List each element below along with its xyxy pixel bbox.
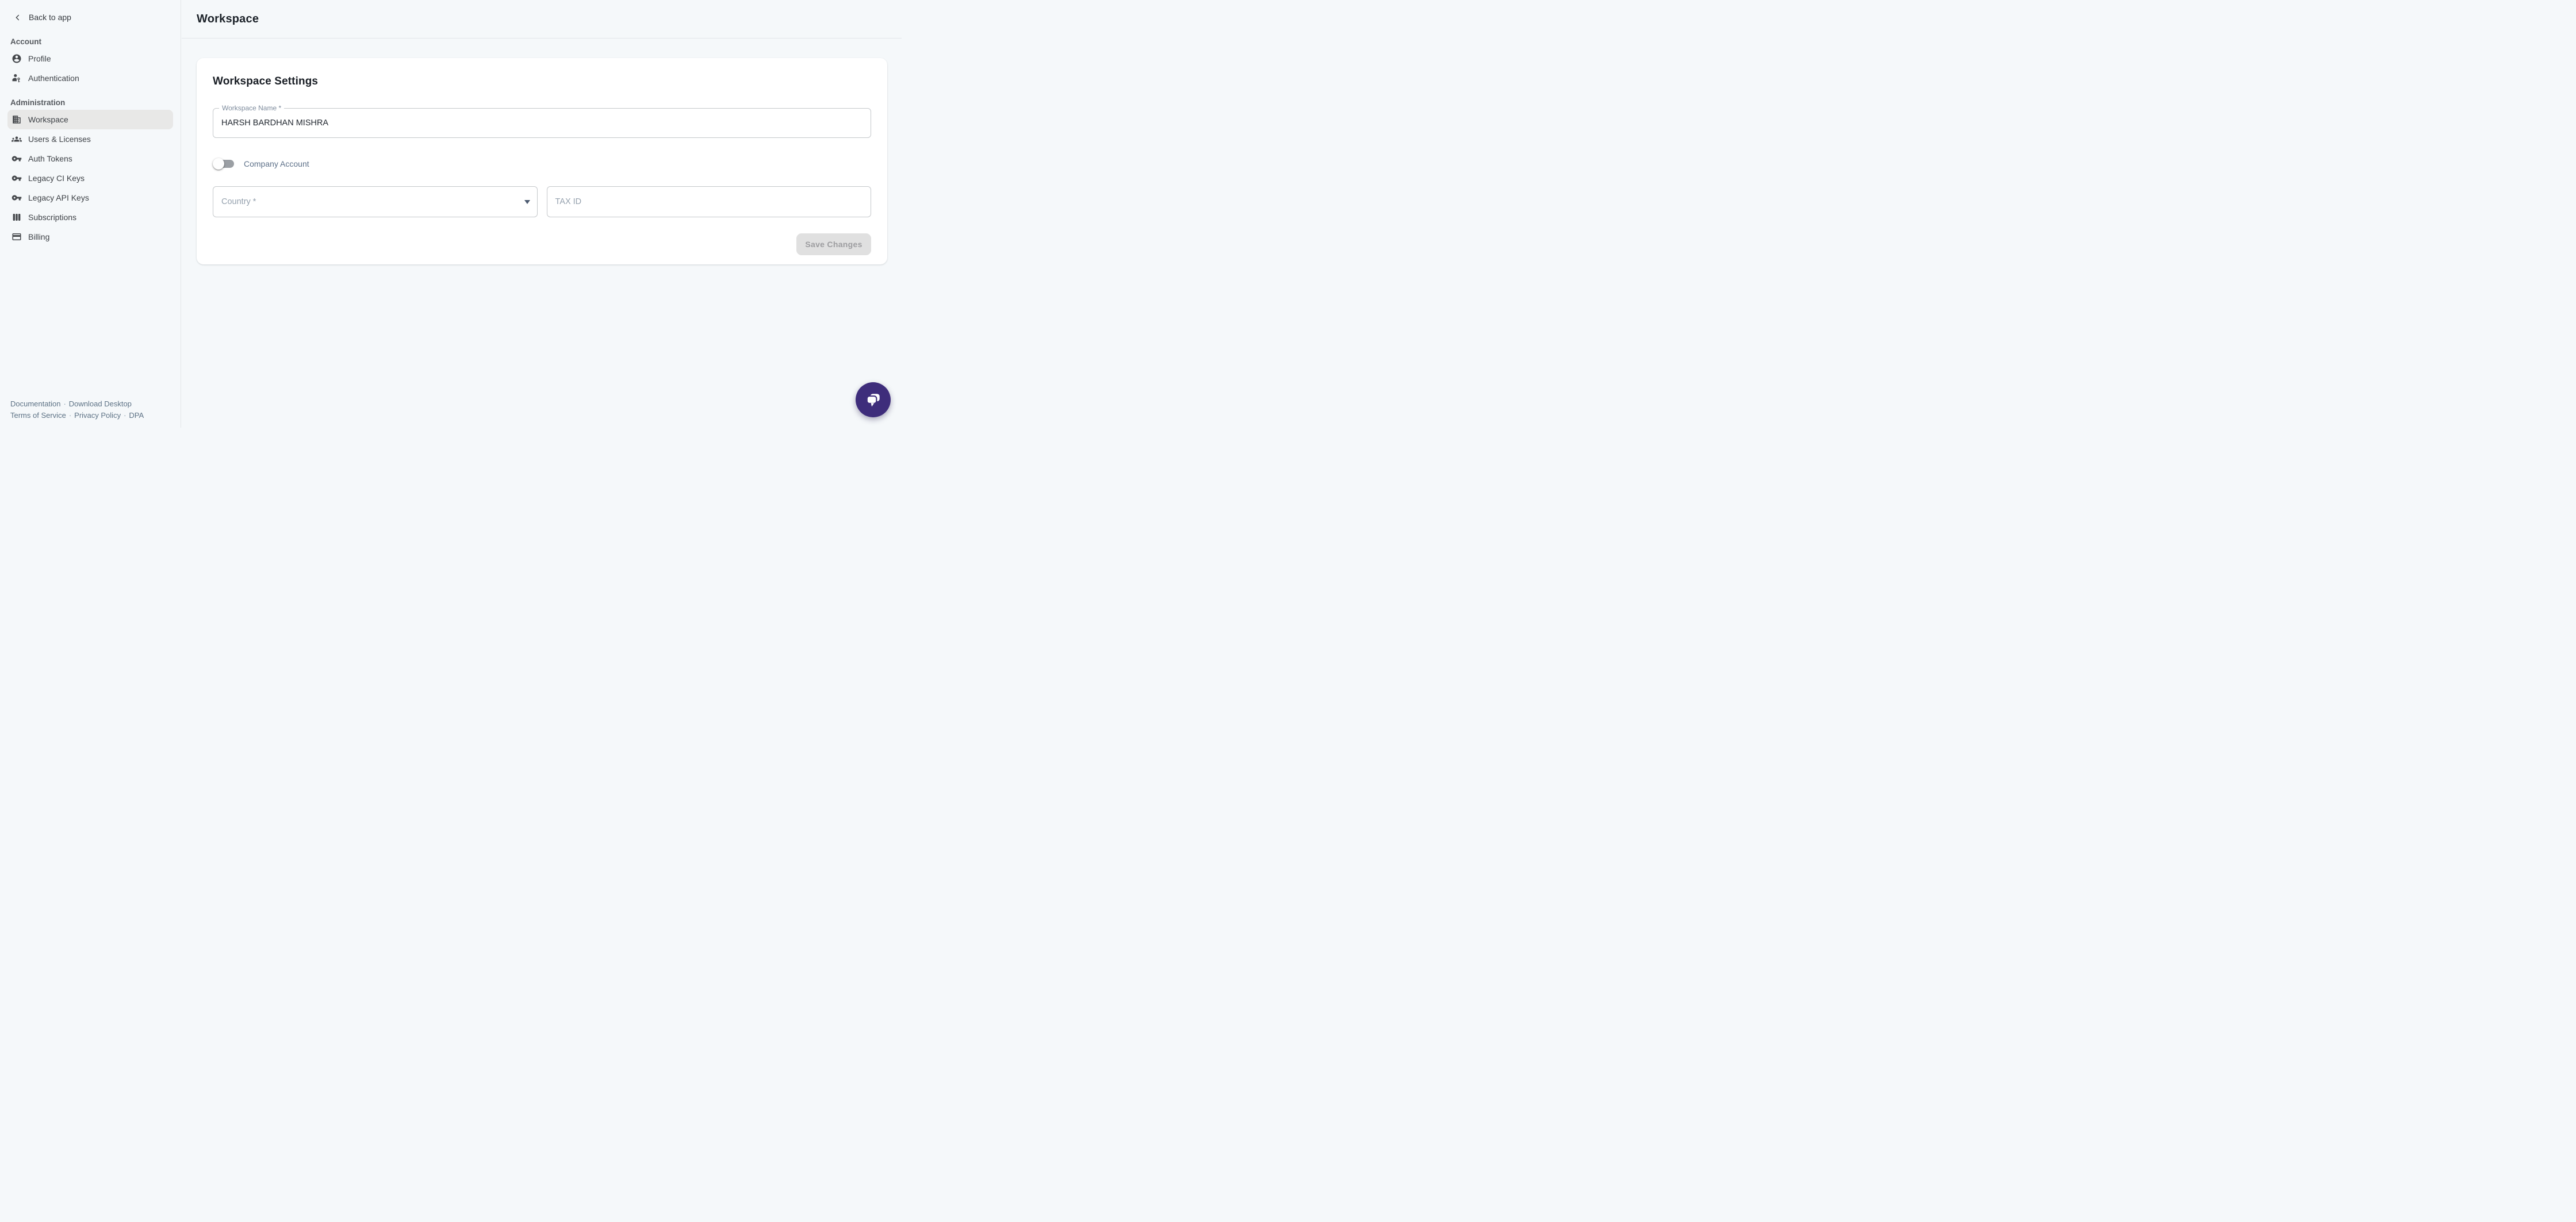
footer-line-1: Documentation·Download Desktop [10, 398, 144, 410]
back-to-app-label: Back to app [29, 13, 71, 22]
tax-id-field[interactable]: TAX ID [547, 186, 872, 217]
chat-bubbles-icon [865, 391, 882, 409]
page-title: Workspace [197, 13, 259, 26]
dropdown-arrow-icon [524, 200, 530, 204]
bars-icon [12, 212, 22, 222]
page-header: Workspace [182, 0, 902, 39]
dot-separator: · [124, 411, 126, 420]
section-title-account: Account [0, 37, 181, 47]
privacy-policy-link[interactable]: Privacy Policy [74, 411, 121, 420]
country-tax-row: Country * TAX ID [213, 186, 871, 217]
sidebar-item-label: Profile [28, 54, 51, 63]
sidebar-footer: Documentation·Download Desktop Terms of … [10, 398, 144, 421]
credit-card-icon [12, 232, 22, 242]
sidebar-item-label: Billing [28, 232, 49, 241]
chat-widget-button[interactable] [856, 382, 891, 417]
account-nav: Profile Authentication [0, 49, 181, 88]
administration-nav: Workspace Users & Licenses Auth Tokens L… [0, 110, 181, 247]
workspace-name-label: Workspace Name * [219, 104, 284, 113]
section-title-administration: Administration [0, 98, 181, 107]
workspace-settings-card: Workspace Settings Workspace Name * HARS… [197, 58, 887, 264]
groups-icon [12, 134, 22, 144]
dpa-link[interactable]: DPA [129, 411, 144, 420]
sidebar-item-users-licenses[interactable]: Users & Licenses [7, 129, 173, 149]
company-account-row: Company Account [213, 153, 871, 175]
card-title: Workspace Settings [213, 75, 871, 88]
sidebar-item-label: Legacy API Keys [28, 193, 89, 202]
sidebar-item-label: Subscriptions [28, 213, 76, 222]
sidebar-item-workspace[interactable]: Workspace [7, 110, 173, 129]
workspace-settings-page: Back to app Account Profile Authenticati… [0, 0, 902, 428]
sidebar-item-label: Auth Tokens [28, 154, 72, 163]
main-area: Workspace Workspace Settings Workspace N… [182, 0, 902, 428]
person-key-icon [12, 73, 22, 83]
sidebar-item-auth-tokens[interactable]: Auth Tokens [7, 149, 173, 168]
key-icon [12, 193, 22, 203]
workspace-name-value: HARSH BARDHAN MISHRA [213, 109, 871, 137]
sidebar: Back to app Account Profile Authenticati… [0, 0, 181, 428]
sidebar-item-subscriptions[interactable]: Subscriptions [7, 207, 173, 227]
key-icon [12, 153, 22, 164]
terms-of-service-link[interactable]: Terms of Service [10, 411, 66, 420]
sidebar-item-label: Workspace [28, 115, 68, 124]
sidebar-item-legacy-ci-keys[interactable]: Legacy CI Keys [7, 168, 173, 188]
country-select[interactable]: Country * [213, 186, 538, 217]
card-actions: Save Changes [213, 233, 871, 255]
download-desktop-link[interactable]: Download Desktop [69, 399, 132, 408]
sidebar-item-label: Authentication [28, 74, 79, 83]
sidebar-item-legacy-api-keys[interactable]: Legacy API Keys [7, 188, 173, 207]
chevron-left-icon [14, 14, 21, 21]
documentation-link[interactable]: Documentation [10, 399, 60, 408]
footer-line-2: Terms of Service·Privacy Policy·DPA [10, 410, 144, 421]
workspace-name-field[interactable]: Workspace Name * HARSH BARDHAN MISHRA [213, 108, 871, 138]
sidebar-item-billing[interactable]: Billing [7, 227, 173, 247]
account-circle-icon [12, 53, 22, 64]
dot-separator: · [69, 411, 71, 420]
tax-id-placeholder: TAX ID [555, 197, 582, 206]
company-account-label: Company Account [244, 159, 309, 168]
country-label: Country * [221, 197, 256, 206]
sidebar-item-label: Legacy CI Keys [28, 174, 85, 183]
company-account-toggle[interactable] [214, 160, 234, 168]
save-changes-button[interactable]: Save Changes [796, 233, 871, 255]
building-icon [12, 114, 22, 125]
sidebar-item-label: Users & Licenses [28, 135, 91, 144]
key-icon [12, 173, 22, 183]
dot-separator: · [63, 399, 66, 408]
back-to-app-button[interactable]: Back to app [0, 12, 181, 22]
toggle-thumb [213, 158, 224, 170]
sidebar-item-profile[interactable]: Profile [7, 49, 173, 68]
sidebar-item-authentication[interactable]: Authentication [7, 68, 173, 88]
